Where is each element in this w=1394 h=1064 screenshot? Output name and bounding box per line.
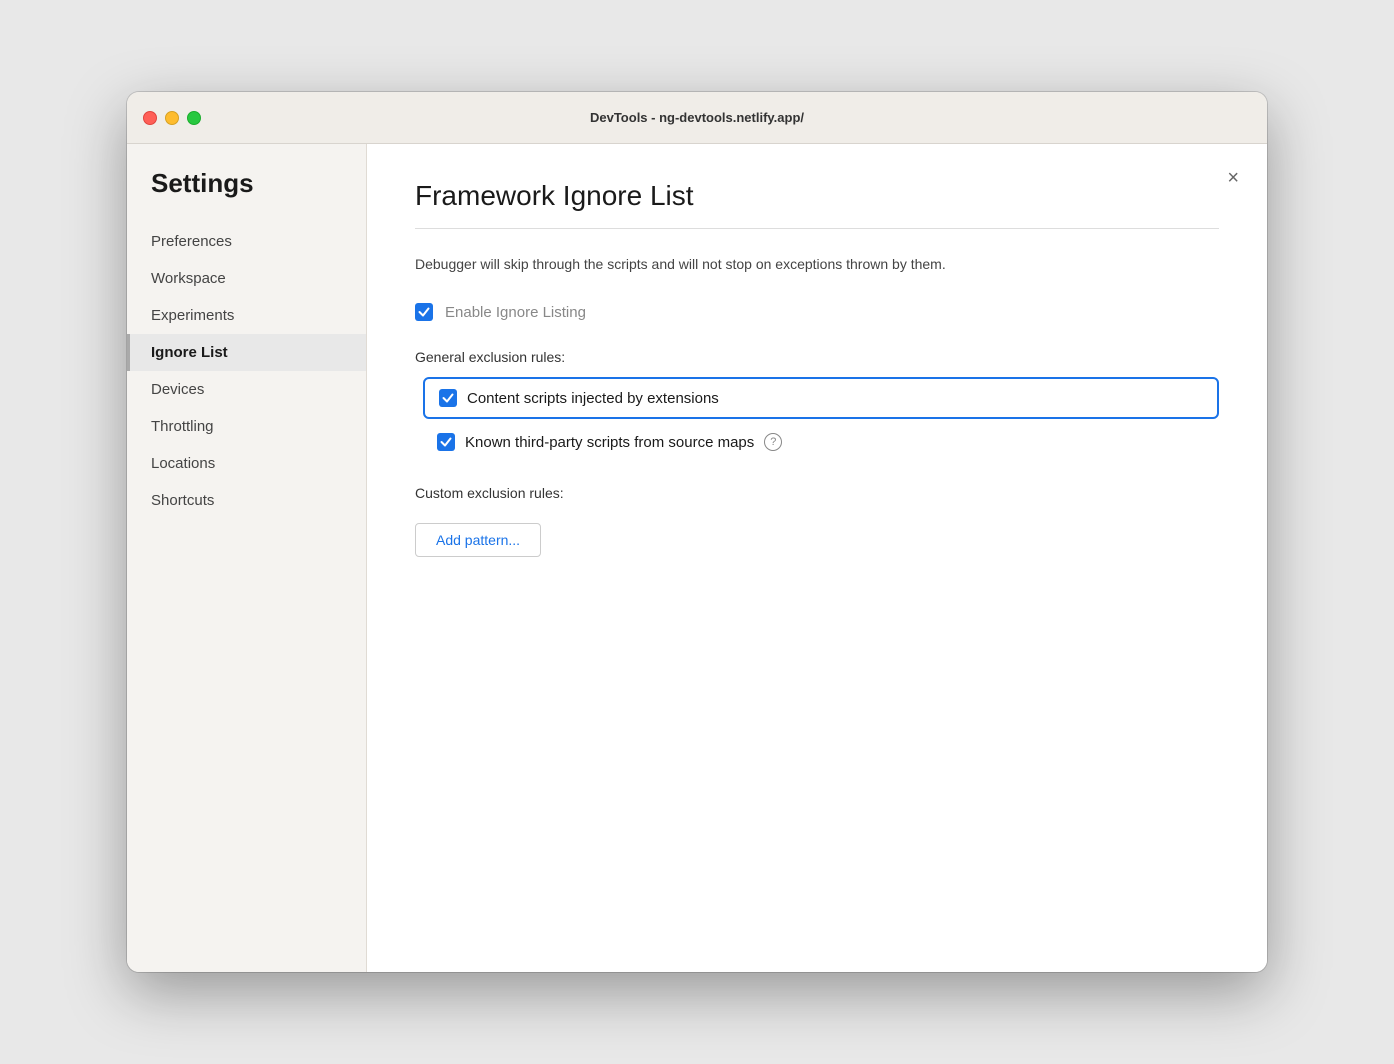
enable-ignore-listing-checkbox[interactable] xyxy=(415,303,433,321)
minimize-traffic-light[interactable] xyxy=(165,111,179,125)
content-scripts-checkbox[interactable] xyxy=(439,389,457,407)
sidebar-item-locations[interactable]: Locations xyxy=(127,445,366,482)
rule-content-scripts: Content scripts injected by extensions xyxy=(423,377,1219,419)
content-scripts-label: Content scripts injected by extensions xyxy=(467,390,719,407)
rule-third-party-scripts: Known third-party scripts from source ma… xyxy=(423,423,1219,461)
sidebar-item-throttling[interactable]: Throttling xyxy=(127,408,366,445)
sidebar-item-preferences[interactable]: Preferences xyxy=(127,223,366,260)
window-body: Settings Preferences Workspace Experimen… xyxy=(127,144,1267,972)
page-title: Framework Ignore List xyxy=(415,180,1219,212)
sidebar: Settings Preferences Workspace Experimen… xyxy=(127,144,367,972)
sidebar-item-shortcuts[interactable]: Shortcuts xyxy=(127,482,366,519)
window-title: DevTools - ng-devtools.netlify.app/ xyxy=(590,110,804,125)
third-party-scripts-label: Known third-party scripts from source ma… xyxy=(465,434,754,451)
sidebar-item-devices[interactable]: Devices xyxy=(127,371,366,408)
close-button[interactable]: × xyxy=(1227,168,1239,188)
titlebar: DevTools - ng-devtools.netlify.app/ xyxy=(127,92,1267,144)
checkmark-icon xyxy=(418,306,430,318)
main-content: × Framework Ignore List Debugger will sk… xyxy=(367,144,1267,972)
enable-ignore-listing-label: Enable Ignore Listing xyxy=(445,304,586,321)
sidebar-item-experiments[interactable]: Experiments xyxy=(127,297,366,334)
add-pattern-button[interactable]: Add pattern... xyxy=(415,523,541,557)
help-icon[interactable]: ? xyxy=(764,433,782,451)
third-party-scripts-checkbox[interactable] xyxy=(437,433,455,451)
checkmark-icon xyxy=(440,436,452,448)
description-text: Debugger will skip through the scripts a… xyxy=(415,253,1219,275)
enable-ignore-listing-row: Enable Ignore Listing xyxy=(415,303,1219,321)
sidebar-item-ignore-list[interactable]: Ignore List xyxy=(127,334,366,371)
section-divider xyxy=(415,228,1219,229)
sidebar-item-workspace[interactable]: Workspace xyxy=(127,260,366,297)
sidebar-heading: Settings xyxy=(127,168,366,223)
devtools-window: DevTools - ng-devtools.netlify.app/ Sett… xyxy=(127,92,1267,972)
traffic-lights xyxy=(143,111,201,125)
maximize-traffic-light[interactable] xyxy=(187,111,201,125)
close-traffic-light[interactable] xyxy=(143,111,157,125)
checkmark-icon xyxy=(442,392,454,404)
general-exclusion-label: General exclusion rules: xyxy=(415,349,1219,365)
exclusion-rules-list: Content scripts injected by extensions K… xyxy=(423,377,1219,461)
custom-exclusion-section: Custom exclusion rules: Add pattern... xyxy=(415,485,1219,557)
custom-exclusion-label: Custom exclusion rules: xyxy=(415,485,1219,501)
